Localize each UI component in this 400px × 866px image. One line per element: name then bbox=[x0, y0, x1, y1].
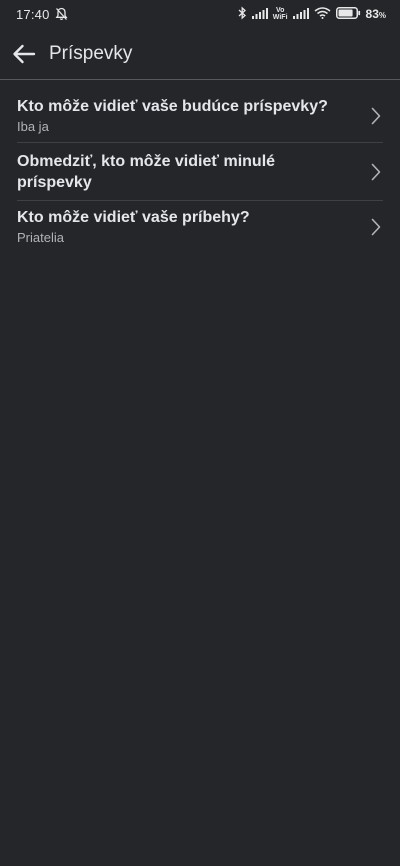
settings-list: Kto môže vidieť vaše budúce príspevky? I… bbox=[0, 90, 400, 253]
vowifi-bottom: WiFi bbox=[272, 14, 288, 21]
battery-percent-unit: % bbox=[378, 11, 386, 20]
header-divider bbox=[0, 79, 400, 80]
item-title: Obmedziť, kto môže vidieť minulé príspev… bbox=[17, 153, 276, 191]
page-title: Príspevky bbox=[49, 43, 133, 64]
app-header: Príspevky bbox=[0, 30, 400, 78]
signal-strength-2-icon bbox=[292, 7, 309, 22]
status-time: 17:40 bbox=[16, 6, 50, 22]
wifi-icon bbox=[314, 6, 331, 22]
list-item-stories[interactable]: Kto môže vidieť vaše príbehy? Priatelia bbox=[0, 201, 400, 253]
status-icons: Vo WiFi 83% bbox=[238, 6, 386, 23]
chevron-right-icon bbox=[371, 163, 381, 180]
arrow-left-icon bbox=[13, 44, 36, 64]
chevron-right-icon bbox=[371, 218, 381, 236]
chevron-right-icon bbox=[371, 107, 381, 125]
vowifi-top: Vo bbox=[275, 7, 285, 14]
battery-icon bbox=[335, 6, 361, 22]
signal-strength-icon bbox=[251, 7, 268, 22]
item-subtitle: Priatelia bbox=[17, 230, 64, 245]
notifications-muted-icon bbox=[55, 7, 68, 21]
status-bar: 17:40 Vo WiFi 83% bbox=[0, 0, 400, 28]
settings-screen: 17:40 Vo WiFi 83% Príspevky Kto môže vid… bbox=[0, 0, 400, 866]
bluetooth-icon bbox=[238, 6, 247, 23]
vowifi-indicator: Vo WiFi bbox=[273, 7, 288, 21]
item-title: Kto môže vidieť vaše príbehy? bbox=[17, 209, 250, 226]
back-button[interactable] bbox=[11, 41, 37, 67]
battery-percent-value: 83 bbox=[365, 7, 379, 21]
item-subtitle: Iba ja bbox=[17, 119, 49, 134]
list-item-limit-past-posts[interactable]: Obmedziť, kto môže vidieť minulé príspev… bbox=[0, 143, 400, 200]
list-item-future-posts[interactable]: Kto môže vidieť vaše budúce príspevky? I… bbox=[0, 90, 400, 142]
item-title: Kto môže vidieť vaše budúce príspevky? bbox=[17, 98, 328, 115]
battery-percent: 83% bbox=[366, 7, 386, 21]
